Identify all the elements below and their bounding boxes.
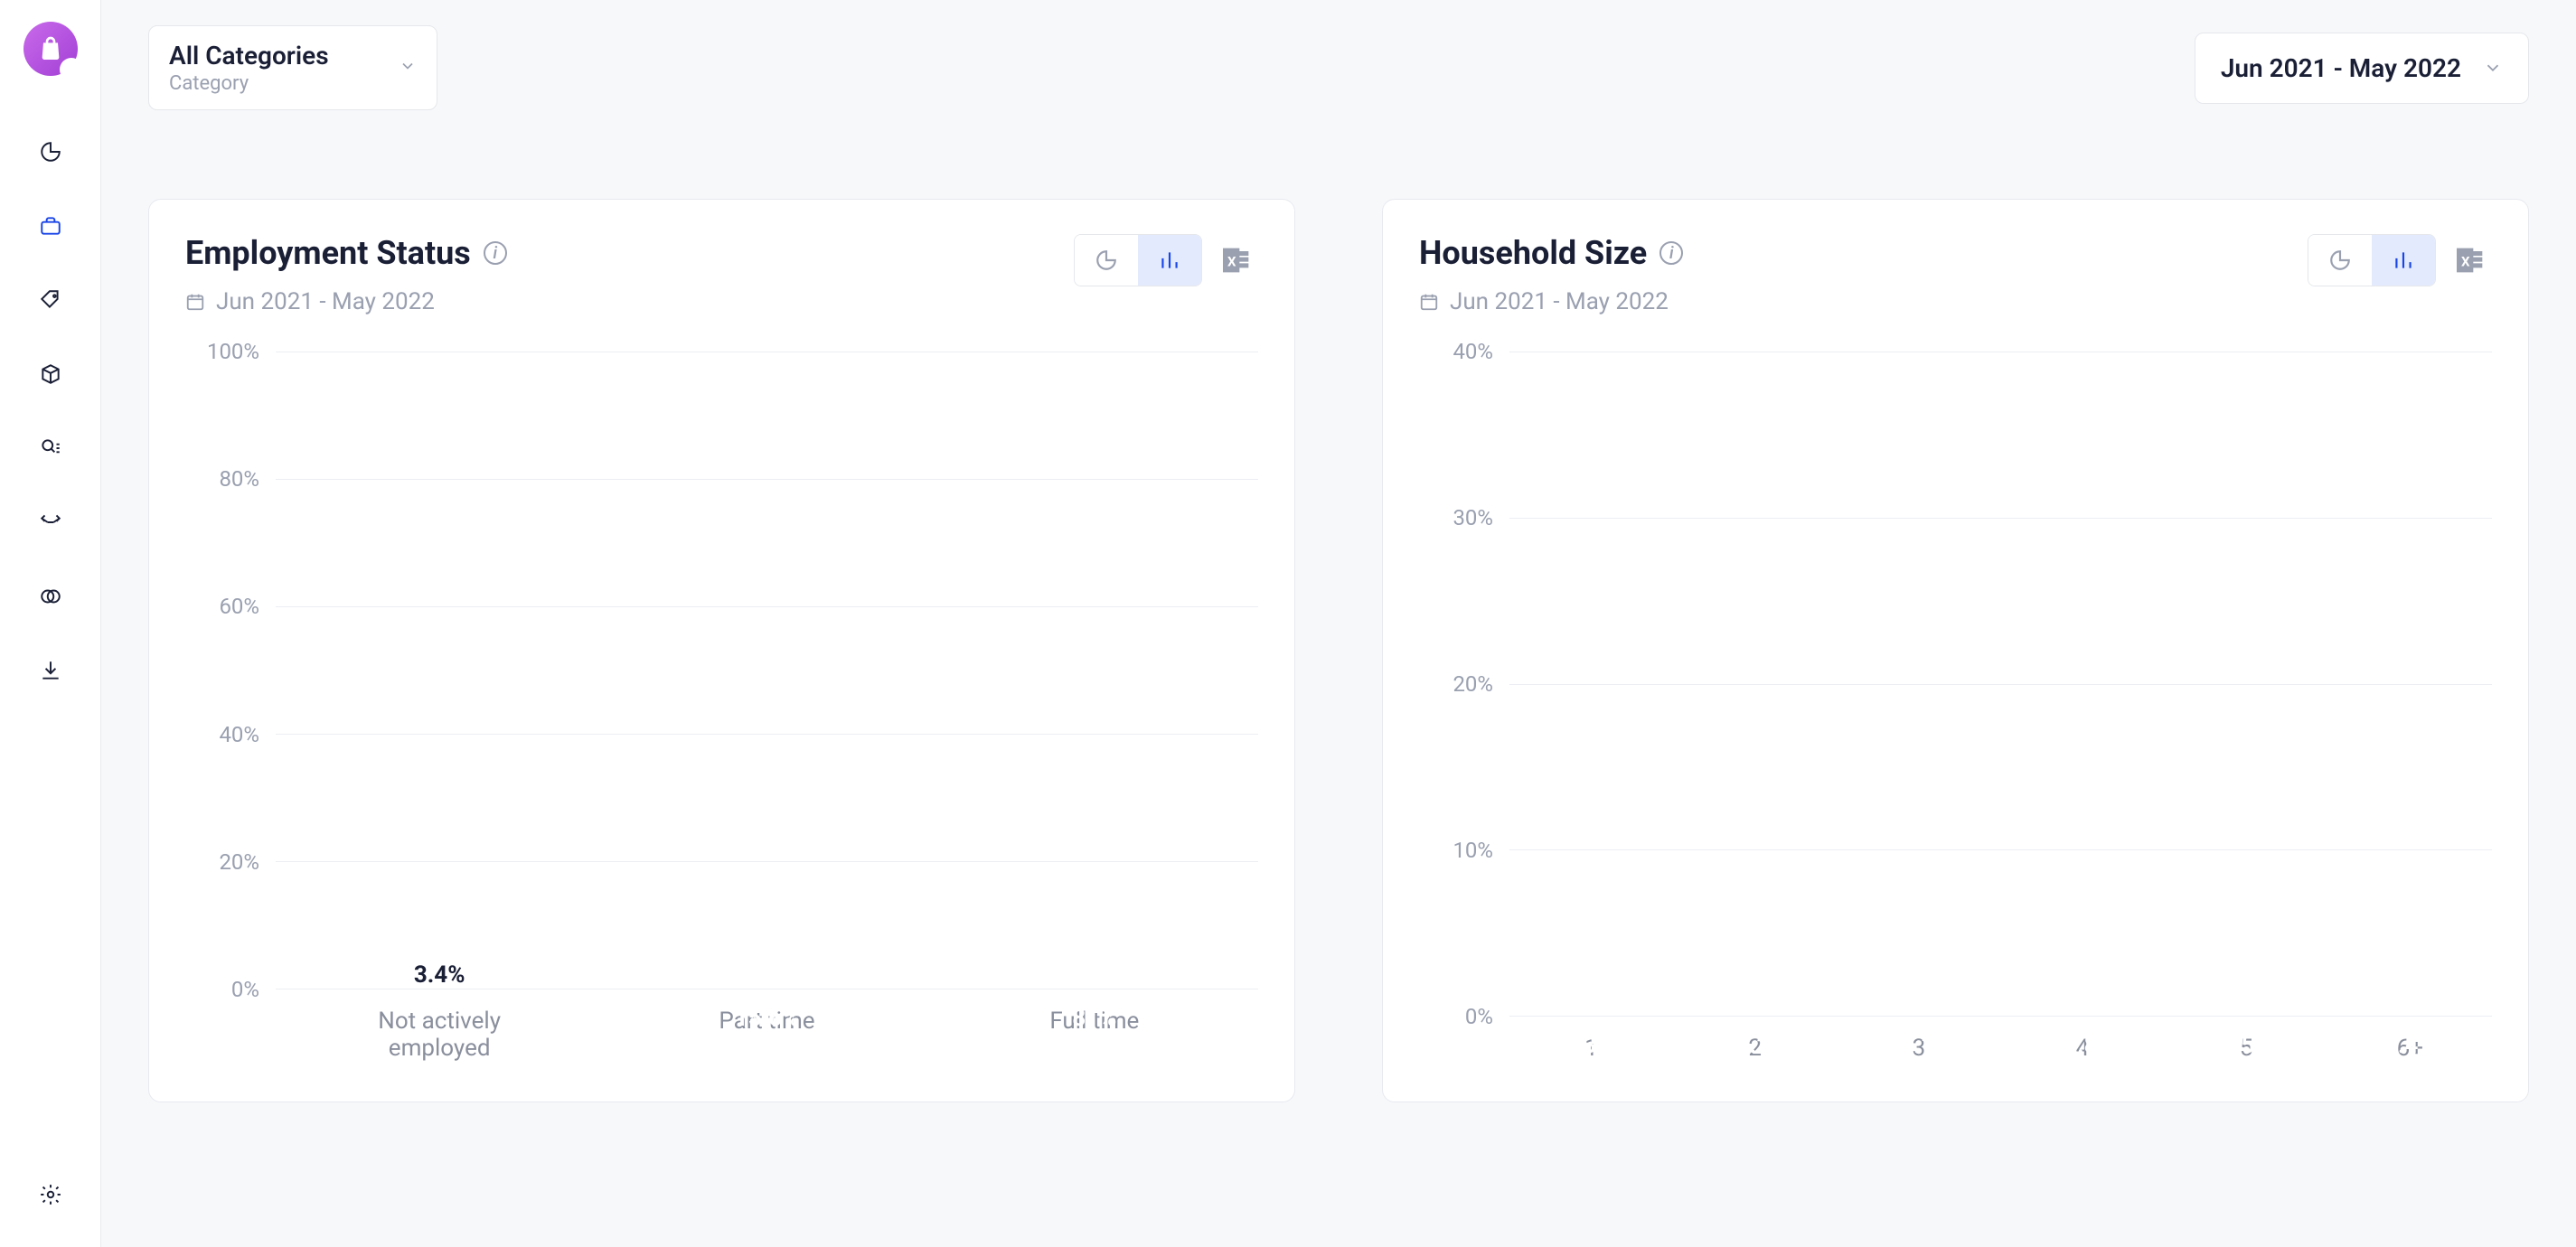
grid-line <box>276 734 1258 735</box>
chart-type-toggle <box>1074 234 1202 286</box>
nav-download[interactable] <box>38 658 63 683</box>
avatar[interactable] <box>24 22 78 76</box>
y-tick: 0% <box>1465 1004 1493 1029</box>
x-tick: Not actively employed <box>362 1008 516 1062</box>
y-tick: 30% <box>1453 505 1493 530</box>
y-tick: 40% <box>1453 339 1493 364</box>
nav-settings[interactable] <box>38 1182 63 1207</box>
grid-line <box>1509 684 2492 685</box>
bar-value-label: 13.8% <box>2050 1032 2115 1059</box>
pie-toggle[interactable] <box>1075 235 1138 286</box>
bar-value-label: 15.6% <box>735 1005 800 1032</box>
cube-icon <box>39 362 62 386</box>
grid-line <box>1509 1016 2492 1017</box>
tag-icon <box>39 288 62 312</box>
briefcase-icon <box>39 214 62 238</box>
overlap-icon <box>39 585 62 608</box>
bag-icon <box>36 34 65 63</box>
card-date: Jun 2021 - May 2022 <box>1450 288 1669 315</box>
gear-icon <box>39 1183 62 1206</box>
chart-type-toggle <box>2308 234 2436 286</box>
bar-value-label: 17.1% <box>1886 1032 1951 1059</box>
grid-line <box>276 479 1258 480</box>
bar-value-label: 81% <box>1072 1005 1116 1032</box>
excel-export[interactable]: X <box>1215 239 1258 282</box>
grid-line <box>276 861 1258 862</box>
main: All Categories Category Jun 2021 - May 2… <box>101 0 2576 1247</box>
y-tick: 80% <box>219 466 259 492</box>
sidebar <box>0 0 101 1247</box>
nav-cube[interactable] <box>38 361 63 387</box>
grid-line <box>1509 849 2492 850</box>
y-tick: 100% <box>207 339 259 364</box>
y-tick: 20% <box>219 849 259 875</box>
nav-overlap[interactable] <box>38 584 63 609</box>
topbar: All Categories Category Jun 2021 - May 2… <box>101 0 2576 136</box>
excel-icon: X <box>2452 242 2488 278</box>
nav-merge[interactable] <box>38 510 63 535</box>
merge-icon <box>39 511 62 534</box>
nav-briefcase[interactable] <box>38 213 63 239</box>
calendar-icon <box>185 292 205 312</box>
category-sublabel: Category <box>169 72 399 95</box>
bar-value-label: 3.4% <box>414 961 465 989</box>
bar-value-label: 6.5% <box>2221 1032 2272 1059</box>
info-icon[interactable]: i <box>1659 241 1683 265</box>
category-dropdown[interactable]: All Categories Category <box>148 25 437 110</box>
nav-tag[interactable] <box>38 287 63 313</box>
chevron-down-icon <box>399 57 417 79</box>
household-chart: 0%10%20%30%40% 23%36.2%17.1%13.8%6.5%3.4… <box>1419 352 2492 1017</box>
grid-line <box>276 606 1258 607</box>
calendar-icon <box>1419 292 1439 312</box>
nav-pie[interactable] <box>38 139 63 164</box>
avatar-badge <box>60 58 83 81</box>
excel-export[interactable]: X <box>2449 239 2492 282</box>
sidebar-nav <box>38 139 63 1182</box>
bar-value-label: 3.4% <box>2384 1032 2436 1059</box>
card-title: Household Size <box>1419 234 1647 272</box>
svg-text:X: X <box>2461 254 2470 270</box>
pie-icon <box>2328 248 2352 272</box>
bar-toggle[interactable] <box>2372 235 2435 286</box>
category-label: All Categories <box>169 41 399 70</box>
card-title: Employment Status <box>185 234 471 272</box>
download-icon <box>39 659 62 682</box>
pie-icon <box>1095 248 1118 272</box>
bar-icon <box>2392 248 2415 272</box>
card-date: Jun 2021 - May 2022 <box>216 288 435 315</box>
date-range-dropdown[interactable]: Jun 2021 - May 2022 <box>2195 33 2529 104</box>
search-list-icon <box>39 436 62 460</box>
employment-chart: 0%20%40%60%80%100% 3.4%15.6%81% <box>185 352 1258 989</box>
excel-icon: X <box>1218 242 1255 278</box>
bar-icon <box>1158 248 1181 272</box>
card-household-size: Household Size i Jun 2021 - May 2022 X <box>1382 199 2529 1102</box>
y-tick: 20% <box>1453 671 1493 697</box>
bar-value-label: 23% <box>1569 1032 1613 1059</box>
chevron-down-icon <box>2483 58 2503 78</box>
y-tick: 60% <box>219 594 259 619</box>
y-tick: 0% <box>231 977 259 1002</box>
info-icon[interactable]: i <box>484 241 507 265</box>
pie-icon <box>39 140 62 164</box>
card-employment-status: Employment Status i Jun 2021 - May 2022 … <box>148 199 1295 1102</box>
date-range-value: Jun 2021 - May 2022 <box>2221 53 2461 83</box>
grid-line <box>1509 518 2492 519</box>
bar-value-label: 36.2% <box>1723 1032 1788 1059</box>
pie-toggle[interactable] <box>2308 235 2372 286</box>
y-tick: 40% <box>219 722 259 747</box>
svg-text:X: X <box>1227 254 1236 270</box>
y-tick: 10% <box>1453 838 1493 863</box>
content: Employment Status i Jun 2021 - May 2022 … <box>101 199 2576 1139</box>
bar-toggle[interactable] <box>1138 235 1201 286</box>
nav-search-list[interactable] <box>38 436 63 461</box>
